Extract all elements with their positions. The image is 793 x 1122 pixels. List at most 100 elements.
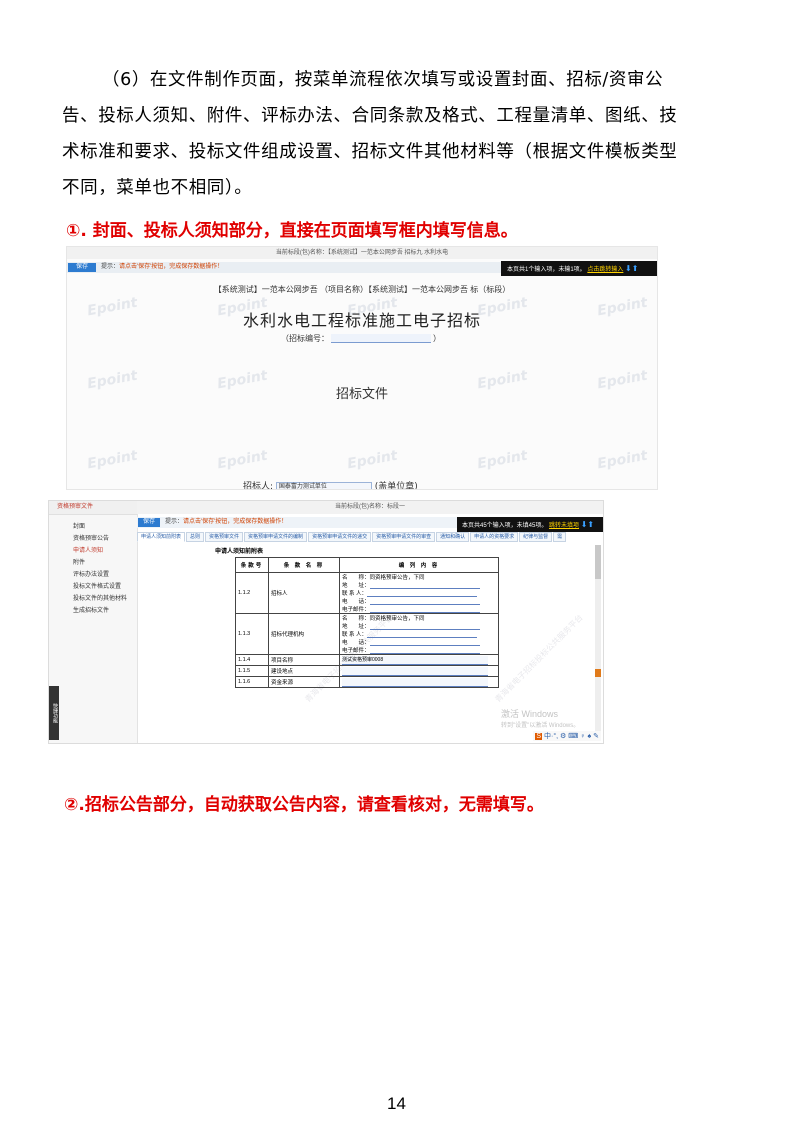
ime-status: 中·°, ⚙ ⌨ ♀ ♠ ✎: [543, 733, 599, 740]
column-header: 编 列 内 容: [339, 557, 499, 573]
page-number: 14: [387, 1094, 406, 1113]
column-header: 条款号: [235, 557, 269, 573]
sogou-icon: S: [535, 733, 543, 740]
front-table: 条款号 条 款 名 称 编 列 内 容 1.1.2 招标人 名 称：同资格预审公…: [235, 557, 499, 688]
sidebar-item-notice[interactable]: 资格预审公告: [49, 533, 137, 545]
tenderer-row: 招标人: 国泰富力测试单位 (盖单位章): [243, 481, 418, 490]
sidebar-item-other-materials[interactable]: 投标文件的其他材料: [49, 593, 137, 605]
field-line: 电子邮件：: [342, 605, 496, 613]
tender-number-input[interactable]: [331, 334, 431, 343]
tab-general[interactable]: 总则: [186, 532, 205, 542]
clause-content: [339, 676, 499, 688]
project-name-input[interactable]: 测试资格预审0008: [342, 655, 488, 665]
sidebar-item-instructions[interactable]: 申请人须知: [49, 545, 137, 557]
field-line: 电子邮件：: [342, 646, 496, 654]
phone-input[interactable]: [369, 639, 480, 646]
jump-input-link[interactable]: 点击跳转输入: [587, 267, 623, 273]
clause-number: 1.1.4: [235, 654, 269, 666]
contact-input[interactable]: [367, 590, 478, 597]
address-input[interactable]: [369, 582, 480, 589]
clause-name: 资金来源: [268, 676, 340, 688]
tab-compile[interactable]: 资格预审申请文件的编制: [244, 532, 308, 542]
table-header-row: 条款号 条 款 名 称 编 列 内 容: [235, 557, 499, 573]
clause-number: 1.1.3: [235, 613, 269, 655]
para-line-3: 术标准和要求、投标文件组成设置、招标文件其他材料等（根据文件模板类型: [62, 142, 678, 162]
field-line: 联 系 人：: [342, 630, 496, 638]
quick-functions-tab[interactable]: 快捷功能: [49, 686, 59, 740]
activation-hint: 转到"设置"以激活 Windows。: [501, 723, 580, 729]
activation-line: 激活 Windows: [501, 709, 559, 719]
para-line-1: （6）在文件制作页面，按菜单流程依次填写或设置封面、招标/资审公: [102, 70, 664, 90]
arrow-up-icon[interactable]: ⬆: [587, 520, 594, 529]
section-tabs: 申请人须知前附表 总则 资格预审文件 资格预审申请文件的编制 资格预审申请文件的…: [137, 532, 603, 542]
cover-page-screenshot: 当前标段(包)名称：【系统测试】一范本公网步吾 招标九 水利水电 保存 提示：请…: [66, 246, 658, 490]
location-input[interactable]: [342, 666, 488, 676]
arrow-up-icon[interactable]: ⬆: [632, 264, 639, 273]
table-row: 1.1.3 招标代理机构 名 称：同资格预审公告，下同 地 址： 联 系 人： …: [235, 613, 499, 655]
section-title-bar: 当前标段(包)名称：【系统测试】一范本公网步吾 招标九 水利水电: [67, 247, 657, 259]
sidebar-item-generate[interactable]: 生成招标文件: [49, 605, 137, 617]
cover-title: 水利水电工程标准施工电子招标: [242, 311, 481, 330]
para-line-4: 不同，菜单也不相同）。: [62, 178, 253, 198]
sidebar-header[interactable]: 资格预审文件: [49, 501, 137, 515]
save-button[interactable]: 保存: [138, 518, 160, 527]
table-row: 1.1.2 招标人 名 称：同资格预审公告，下同 地 址： 联 系 人： 电 话…: [235, 572, 499, 614]
watermark: Epoint: [345, 447, 399, 473]
field-line: 地 址：: [342, 581, 496, 589]
table-row: 1.1.4 项目名称 测试资格预审0008: [235, 654, 499, 666]
sidebar-item-evaluation[interactable]: 评标办法设置: [49, 569, 137, 581]
email-input[interactable]: [369, 647, 480, 654]
ime-toolbar[interactable]: S 中·°, ⚙ ⌨ ♀ ♠ ✎: [533, 731, 601, 741]
save-button[interactable]: 保存: [68, 263, 96, 272]
sidebar-item-cover[interactable]: 封面: [49, 521, 137, 533]
sidebar-item-attachments[interactable]: 附件: [49, 557, 137, 569]
watermark: Epoint: [595, 447, 649, 473]
windows-activation-watermark: 激活 Windows 转到"设置"以激活 Windows。: [501, 709, 579, 731]
sidebar: 资格预审文件 封面 资格预审公告 申请人须知 附件 评标办法设置 投标文件格式设…: [49, 501, 138, 743]
table-row: 1.1.5 建设地点: [235, 665, 499, 677]
toolbar-tip: 提示：请点击'保存'按钮，完成保存数据操作！: [101, 264, 224, 270]
clause-name: 项目名称: [268, 654, 340, 666]
watermark: Epoint: [475, 447, 529, 473]
clause-content: [339, 665, 499, 677]
tab-notify[interactable]: 通知和确认: [436, 532, 470, 542]
field-line: 名 称：同资格预审公告，下同: [342, 575, 425, 581]
sidebar-item-format[interactable]: 投标文件格式设置: [49, 581, 137, 593]
input-count-notice: 本页共1个输入项，未输1项。 点击跳转输入 ⬇⬆: [501, 261, 657, 276]
tenderer-input[interactable]: 国泰富力测试单位: [275, 481, 372, 489]
clause-content: 名 称：同资格预审公告，下同 地 址： 联 系 人： 电 话： 电子邮件：: [339, 572, 499, 614]
clause-number: 1.1.2: [235, 572, 269, 614]
column-header: 条 款 名 称: [268, 557, 340, 573]
contact-input[interactable]: [367, 631, 478, 638]
heading-cover-section: ①. 封面、投标人须知部分，直接在页面填写框内填写信息。: [66, 221, 518, 241]
project-subtitle: 【系统测试】一范本公网步吾 （项目名称）【系统测试】一范本公网步吾 标（标段）: [213, 285, 511, 294]
section-title-bar: 当前标段(包)名称：标段一: [137, 501, 603, 514]
tab-requirements[interactable]: 申请人的资格要求: [470, 532, 519, 542]
applicant-instructions-screenshot: 资格预审文件 封面 资格预审公告 申请人须知 附件 评标办法设置 投标文件格式设…: [48, 500, 604, 744]
document-label: 招标文件: [335, 387, 388, 402]
toolbar-tip: 提示：请点击'保存'按钮，完成保存数据操作！: [165, 519, 288, 525]
scrollbar-thumb[interactable]: [595, 545, 601, 579]
field-line: 联 系 人：: [342, 589, 496, 597]
arrow-down-icon[interactable]: ⬇: [625, 264, 632, 273]
field-line: 电 话：: [342, 638, 496, 646]
phone-input[interactable]: [369, 598, 480, 605]
address-input[interactable]: [369, 623, 480, 630]
tab-discipline[interactable]: 纪律与监督: [519, 532, 553, 542]
tab-front-table[interactable]: 申请人须知前附表: [137, 532, 186, 542]
clause-name: 建设地点: [268, 665, 340, 677]
heading-announcement-section: ②.招标公告部分，自动获取公告内容，请查看核对，无需填写。: [64, 795, 544, 815]
vertical-scrollbar[interactable]: [595, 545, 601, 735]
tab-prequal-doc[interactable]: 资格预审文件: [205, 532, 244, 542]
clause-content: 测试资格预审0008: [339, 654, 499, 666]
tab-review[interactable]: 资格预审申请文件的审查: [372, 532, 436, 542]
para-line-2: 告、投标人须知、附件、评标办法、合同条款及格式、工程量清单、图纸、技: [62, 106, 678, 126]
watermark: Epoint: [215, 447, 269, 473]
tab-submit[interactable]: 资格预审申请文件的递交: [308, 532, 372, 542]
table-title: 申请人须知前附表: [215, 549, 264, 555]
fund-source-input[interactable]: [342, 677, 488, 687]
tab-more[interactable]: 需: [553, 532, 567, 542]
jump-unfilled-link[interactable]: 跳转未填项: [549, 523, 579, 529]
field-line: 电 话：: [342, 597, 496, 605]
email-input[interactable]: [369, 606, 480, 613]
